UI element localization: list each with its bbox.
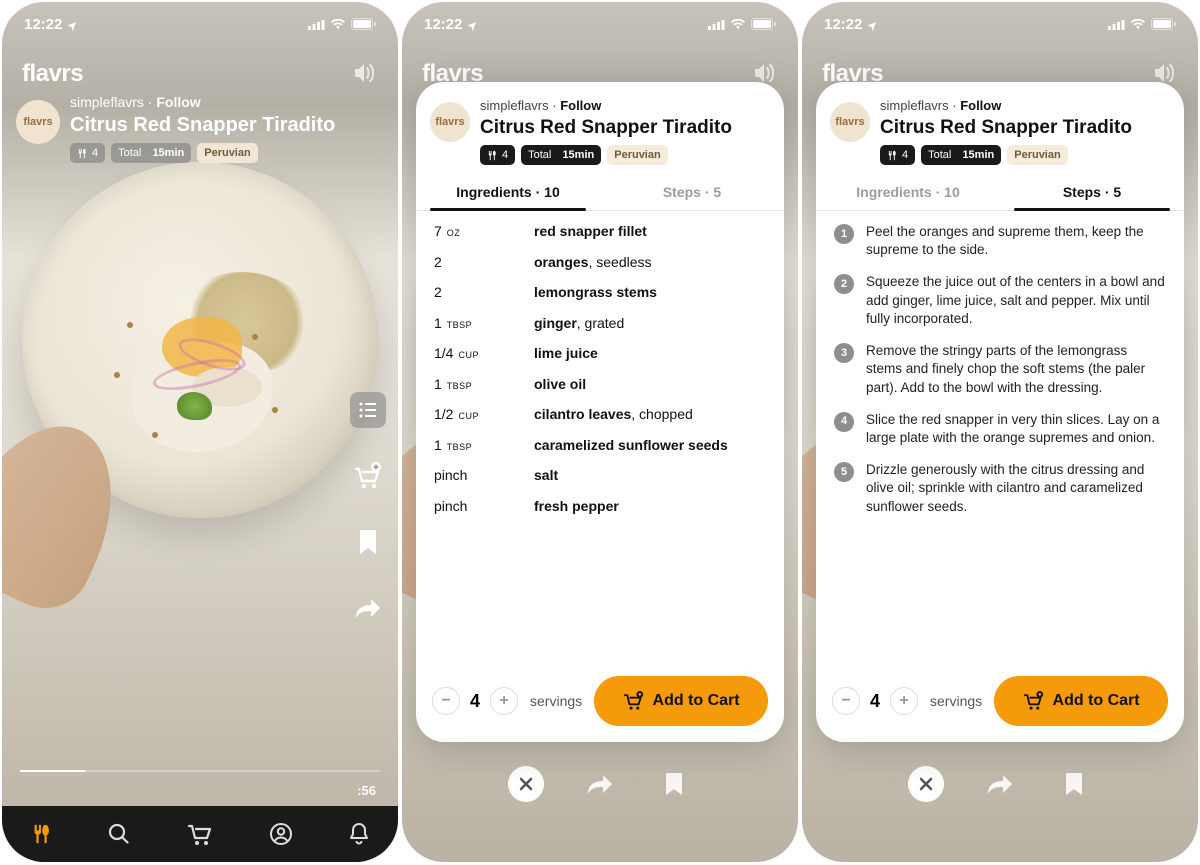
volume-icon[interactable] <box>1152 62 1176 84</box>
utensils-icon <box>77 148 88 159</box>
ingredient-row: 1/2 CUPcilantro leaves, chopped <box>434 406 766 424</box>
add-to-cart-button[interactable]: Add to Cart <box>994 676 1168 726</box>
cart-plus-icon <box>623 691 645 711</box>
servings-plus[interactable]: + <box>890 687 918 715</box>
bookmark-button[interactable] <box>1056 766 1092 802</box>
brand-logo: flavrs <box>22 60 83 88</box>
servings-badge: 4 <box>880 145 915 165</box>
step-row: 2Squeeze the juice out of the centers in… <box>834 273 1166 328</box>
tab-steps[interactable]: Steps · 5 <box>600 175 784 210</box>
share-button[interactable] <box>350 590 386 626</box>
servings-badge: 4 <box>70 143 105 163</box>
ingredients-list: 7 ozred snapper fillet 2oranges, seedless… <box>416 211 784 664</box>
video-duration: :56 <box>357 783 376 798</box>
add-to-cart-button[interactable] <box>350 458 386 494</box>
follow-button[interactable]: Follow <box>560 98 601 113</box>
servings-minus[interactable]: − <box>832 687 860 715</box>
follow-button[interactable]: Follow <box>960 98 1001 113</box>
share-button[interactable] <box>582 766 618 802</box>
recipe-header: flavrs simpleflavrs · Follow Citrus Red … <box>16 94 384 163</box>
time-badge: Total 15min <box>521 145 601 165</box>
servings-plus[interactable]: + <box>490 687 518 715</box>
steps-list: 1Peel the oranges and supreme them, keep… <box>816 211 1184 664</box>
recipe-sheet: flavrs simpleflavrs · Follow Citrus Red … <box>816 82 1184 742</box>
time-badge: Total 15min <box>921 145 1001 165</box>
tab-steps[interactable]: Steps · 5 <box>1000 175 1184 210</box>
nav-home[interactable] <box>30 823 52 845</box>
ingredient-row: 1 TBSPolive oil <box>434 376 766 394</box>
ingredient-row: 1/4 CUPlime juice <box>434 345 766 363</box>
ingredient-row: 7 ozred snapper fillet <box>434 223 766 241</box>
author-name[interactable]: simpleflavrs <box>70 94 144 110</box>
tab-ingredients[interactable]: Ingredients · 10 <box>416 175 600 210</box>
video-progress[interactable] <box>20 770 380 772</box>
nav-profile[interactable] <box>269 822 293 846</box>
volume-icon[interactable] <box>352 62 376 84</box>
ingredient-row: 1 TBSPginger, grated <box>434 315 766 333</box>
cuisine-badge: Peruvian <box>607 145 667 165</box>
location-icon <box>68 16 77 33</box>
recipe-sheet: flavrs simpleflavrs · Follow Citrus Red … <box>416 82 784 742</box>
follow-button[interactable]: Follow <box>156 94 200 110</box>
servings-value: 4 <box>470 691 480 712</box>
ingredient-row: pinchsalt <box>434 467 766 485</box>
avatar[interactable]: flavrs <box>16 100 60 144</box>
utensils-icon <box>487 150 498 161</box>
signal-icon <box>308 19 325 30</box>
close-button[interactable] <box>508 766 544 802</box>
nav-cart[interactable] <box>187 822 213 846</box>
screen-steps: 12:22 flavrs flavrs simpleflavrs · Follo… <box>802 2 1198 862</box>
avatar[interactable]: flavrs <box>430 102 470 142</box>
side-actions <box>350 392 386 626</box>
status-indicators <box>308 18 376 30</box>
screen-ingredients: 12:22 flavrs flavrs simpleflavrs · Follo… <box>402 2 798 862</box>
bottom-nav <box>2 806 398 862</box>
servings-stepper: − 4 + <box>432 687 518 715</box>
ingredient-row: 2oranges, seedless <box>434 254 766 272</box>
share-button[interactable] <box>982 766 1018 802</box>
step-row: 1Peel the oranges and supreme them, keep… <box>834 223 1166 259</box>
cuisine-badge: Peruvian <box>1007 145 1067 165</box>
step-row: 4Slice the red snapper in very thin slic… <box>834 411 1166 447</box>
volume-icon[interactable] <box>752 62 776 84</box>
servings-minus[interactable]: − <box>432 687 460 715</box>
nav-notifications[interactable] <box>348 822 370 846</box>
tab-ingredients[interactable]: Ingredients · 10 <box>816 175 1000 210</box>
status-time: 12:22 <box>24 16 62 33</box>
ingredient-row: 1 TBSPcaramelized sunflower seeds <box>434 437 766 455</box>
recipe-title: Citrus Red Snapper Tiradito <box>480 117 732 139</box>
servings-badge: 4 <box>480 145 515 165</box>
wifi-icon <box>330 18 346 30</box>
servings-label: servings <box>530 693 582 709</box>
ingredients-button[interactable] <box>350 392 386 428</box>
step-row: 3Remove the stringy parts of the lemongr… <box>834 342 1166 397</box>
bookmark-button[interactable] <box>350 524 386 560</box>
step-row: 5Drizzle generously with the citrus dres… <box>834 461 1166 516</box>
author-name[interactable]: simpleflavrs <box>880 98 949 113</box>
add-to-cart-button[interactable]: Add to Cart <box>594 676 768 726</box>
author-name[interactable]: simpleflavrs <box>480 98 549 113</box>
ingredient-row: 2lemongrass stems <box>434 284 766 302</box>
avatar[interactable]: flavrs <box>830 102 870 142</box>
nav-search[interactable] <box>107 822 131 846</box>
screen-video-feed: 12:22 flavrs flavrs simpleflavrs · Follo… <box>2 2 398 862</box>
ingredient-row: pinchfresh pepper <box>434 498 766 516</box>
close-button[interactable] <box>908 766 944 802</box>
cuisine-badge: Peruvian <box>197 143 257 163</box>
battery-icon <box>351 18 376 30</box>
time-badge: Total 15min <box>111 143 191 163</box>
bookmark-button[interactable] <box>656 766 692 802</box>
recipe-title: Citrus Red Snapper Tiradito <box>70 114 335 137</box>
status-bar: 12:22 <box>2 2 398 46</box>
recipe-title: Citrus Red Snapper Tiradito <box>880 117 1132 139</box>
